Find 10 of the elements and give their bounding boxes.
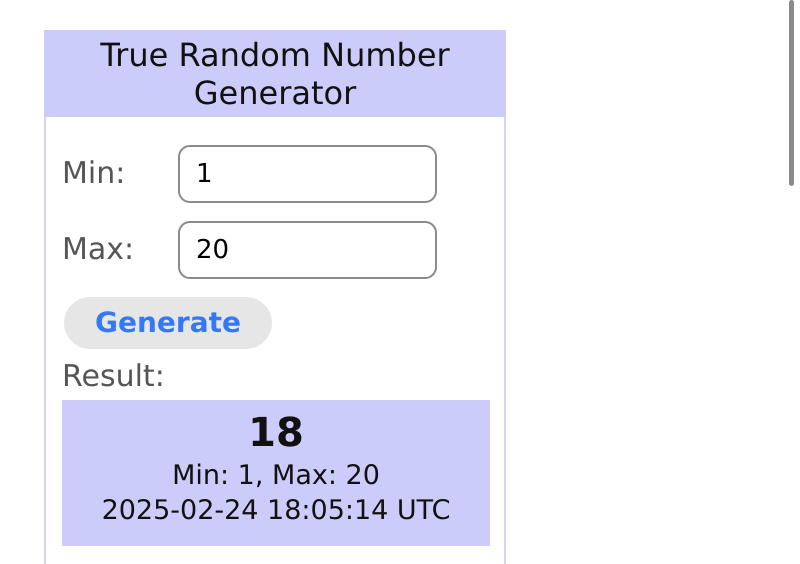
number-input[interactable]: 1 <box>178 144 437 203</box>
app-title: True Random Number Generator <box>44 30 506 117</box>
result-number: 18 <box>248 410 304 456</box>
result-timestamp: 2025-02-24 18:05:14 UTC <box>102 494 450 526</box>
scrollbar[interactable] <box>789 0 794 186</box>
result-label: Result: <box>62 358 166 394</box>
result-range: Min: 1, Max: 20 <box>172 460 380 491</box>
field-label: Min: <box>62 156 126 192</box>
number-input[interactable]: 20 <box>178 220 437 279</box>
field-label: Max: <box>62 232 136 268</box>
